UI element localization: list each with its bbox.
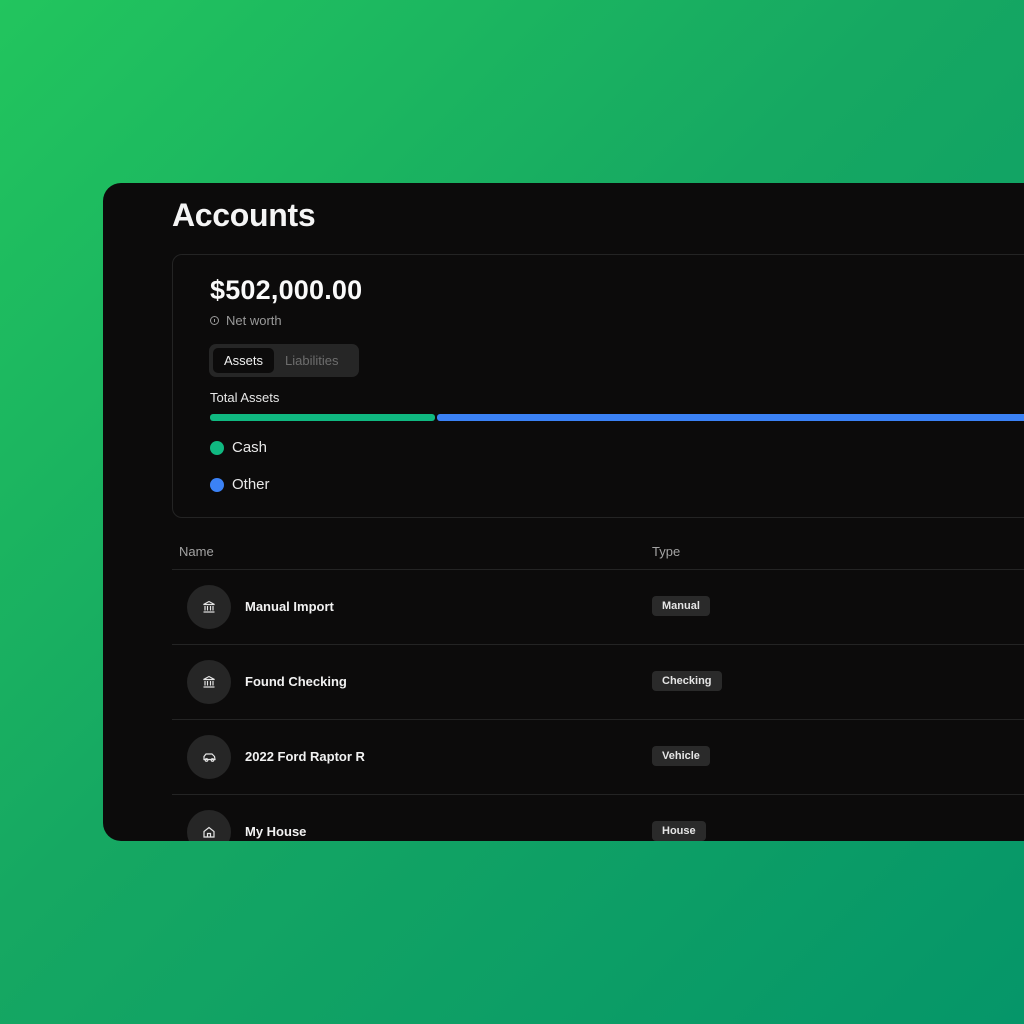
account-name[interactable]: 2022 Ford Raptor R (245, 749, 365, 764)
net-worth-label: Net worth (226, 313, 282, 328)
app-window: Accounts $502,000.00 Net worth Assets Li… (103, 183, 1024, 841)
cash-dot (210, 440, 224, 455)
account-type-badge: Vehicle (652, 746, 710, 766)
asset-breakdown-bar (210, 414, 1024, 421)
liabilities-tab[interactable]: Liabilities (274, 348, 349, 373)
assets-liabilities-toggle: Assets Liabilities (209, 344, 359, 377)
account-type-badge: House (652, 821, 706, 841)
other-dot (210, 477, 224, 492)
legend-item-cash: Cash (210, 439, 267, 456)
account-name[interactable]: My House (245, 824, 306, 839)
info-icon[interactable] (210, 316, 219, 325)
page-title: Accounts (172, 197, 316, 233)
assets-tab[interactable]: Assets (213, 348, 275, 373)
table-row[interactable]: My House House (172, 795, 1024, 841)
legend-item-other: Other (210, 476, 270, 493)
table-row[interactable]: Manual Import Manual (172, 570, 1024, 645)
column-header-type[interactable]: Type (652, 544, 680, 559)
table-row[interactable]: 2022 Ford Raptor R Vehicle (172, 720, 1024, 795)
bank-icon (187, 660, 231, 704)
accounts-table: Name Type Manual Import Manual Found Che… (172, 533, 1024, 841)
account-name[interactable]: Found Checking (245, 674, 347, 689)
legend-label-other: Other (232, 476, 270, 493)
total-assets-label: Total Assets (210, 390, 280, 405)
net-worth-label-row: Net worth (210, 313, 282, 328)
table-header: Name Type (172, 533, 1024, 570)
other-bar-segment (436, 414, 1024, 421)
net-worth-card: $502,000.00 Net worth Assets Liabilities… (172, 254, 1024, 518)
column-header-name[interactable]: Name (179, 544, 214, 559)
bank-icon (187, 585, 231, 629)
car-icon (187, 735, 231, 779)
cash-bar-segment (210, 414, 435, 421)
net-worth-amount: $502,000.00 (210, 275, 363, 305)
house-icon (187, 810, 231, 841)
account-name[interactable]: Manual Import (245, 599, 334, 614)
legend-label-cash: Cash (232, 439, 268, 456)
account-type-badge: Manual (652, 596, 710, 616)
account-type-badge: Checking (652, 671, 722, 691)
table-row[interactable]: Found Checking Checking (172, 645, 1024, 720)
